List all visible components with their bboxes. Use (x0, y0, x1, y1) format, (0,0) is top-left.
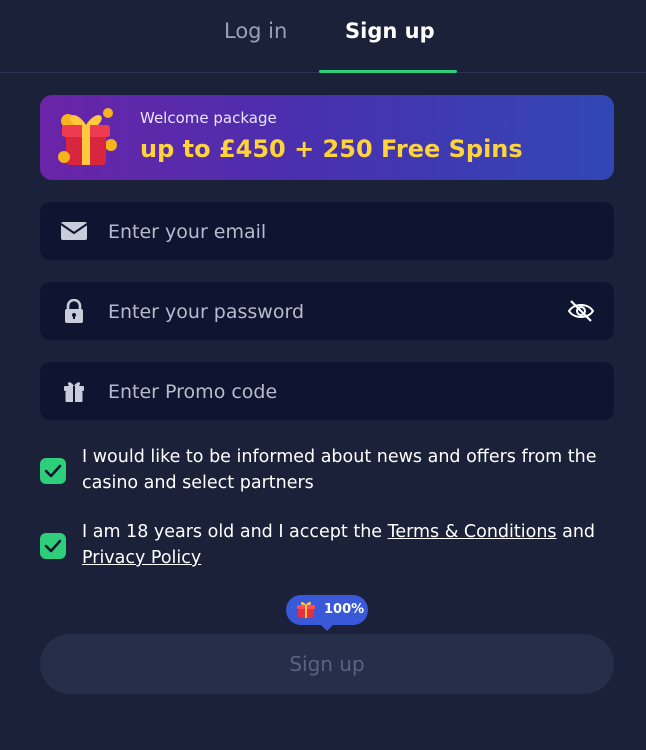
completion-badge: 100% (286, 595, 368, 631)
email-input[interactable] (106, 202, 550, 262)
tab-login[interactable]: Log in (224, 16, 287, 46)
terms-link[interactable]: Terms & Conditions (388, 522, 557, 542)
terms-consent-text: I am 18 years old and I accept the Terms… (82, 519, 612, 571)
banner-subtitle: Welcome package (140, 109, 277, 127)
terms-text-middle: and (556, 522, 596, 542)
checkmark-icon (44, 464, 62, 478)
terms-text-start: I am 18 years old and I accept the (82, 522, 388, 542)
promo-field (40, 362, 614, 422)
signup-submit-button[interactable]: Sign up (40, 634, 614, 694)
gift-icon (297, 601, 315, 618)
promo-input[interactable] (106, 362, 550, 422)
tab-signup[interactable]: Sign up (345, 16, 435, 46)
auth-tabs: Log in Sign up (0, 0, 646, 73)
completion-percent: 100% (324, 602, 365, 617)
terms-checkbox[interactable] (40, 533, 66, 559)
eye-slash-icon[interactable] (566, 298, 596, 324)
privacy-policy-link[interactable]: Privacy Policy (82, 548, 201, 568)
password-input[interactable] (106, 282, 550, 342)
news-consent-text: I would like to be informed about news a… (82, 447, 597, 493)
password-field (40, 282, 614, 342)
banner-offer: up to £450 + 250 Free Spins (140, 135, 523, 163)
email-field (40, 202, 614, 262)
gift-icon (64, 382, 84, 402)
news-checkbox[interactable] (40, 458, 66, 484)
lock-icon (65, 299, 83, 323)
envelope-icon (60, 222, 88, 240)
welcome-banner: Welcome package up to £450 + 250 Free Sp… (40, 95, 614, 180)
gift-box-icon (58, 108, 117, 165)
active-tab-indicator (319, 70, 457, 73)
checkmark-icon (44, 539, 62, 553)
